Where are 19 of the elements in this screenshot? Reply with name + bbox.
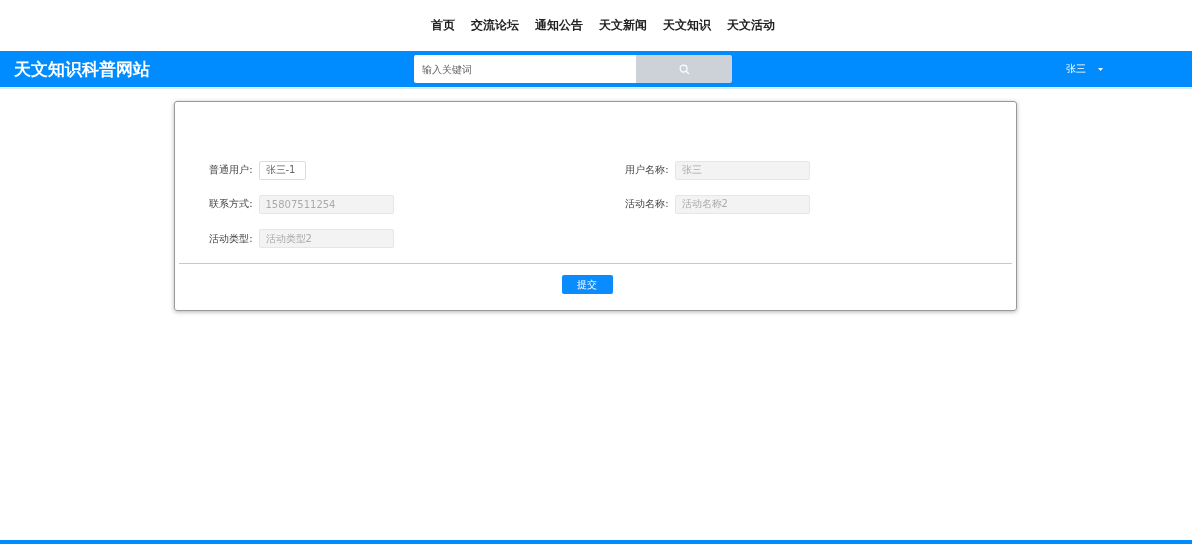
nav-link[interactable]: 首页 — [431, 17, 455, 34]
text-field[interactable]: 张三-1 — [258, 160, 306, 180]
field-label: 活动类型: — [208, 231, 253, 246]
nav-link[interactable]: 天文新闻 — [599, 17, 647, 34]
site-title: 天文知识科普网站 — [14, 57, 151, 81]
nav-link[interactable]: 天文知识 — [663, 17, 711, 34]
caret-icon — [1098, 67, 1103, 71]
nav-link[interactable]: 通知公告 — [535, 17, 583, 34]
nav-link[interactable]: 交流论坛 — [471, 17, 519, 34]
search-field[interactable]: 输入关键词 — [414, 55, 636, 83]
field-label: 活动名称: — [624, 197, 669, 212]
user-menu[interactable]: 张三 — [1060, 61, 1109, 77]
search-icon — [678, 63, 690, 75]
field-label: 联系方式: — [208, 197, 253, 212]
submit-button[interactable]: 提交 — [561, 275, 613, 294]
nav-link[interactable]: 天文活动 — [727, 17, 775, 34]
field-label: 普通用户: — [208, 163, 253, 178]
search-button[interactable] — [636, 55, 732, 83]
field-label: 用户名称: — [624, 163, 669, 178]
